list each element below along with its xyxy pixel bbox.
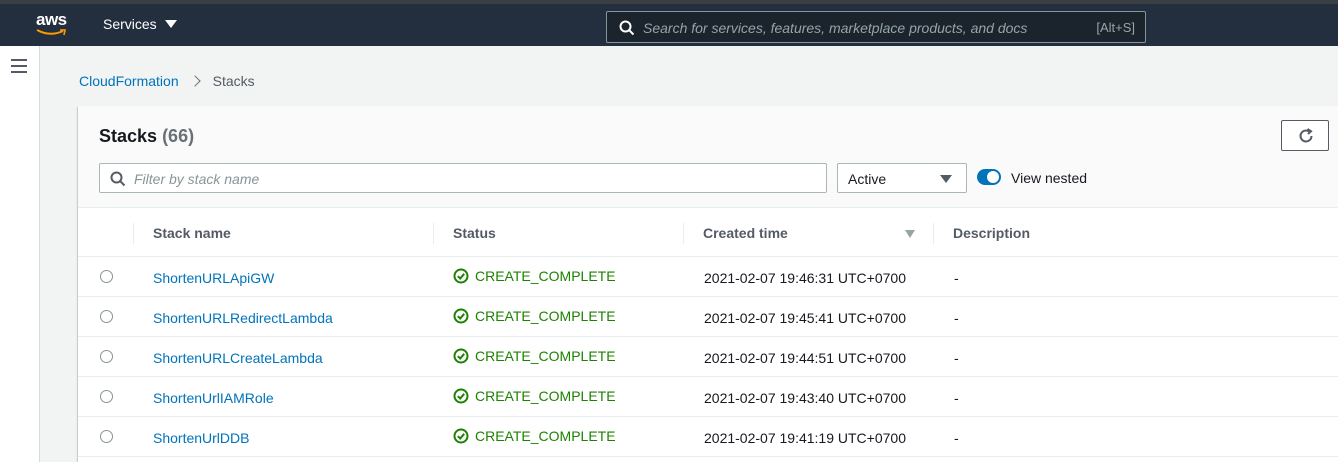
services-menu-button[interactable]: Services bbox=[103, 16, 177, 32]
stack-status-text: CREATE_COMPLETE bbox=[475, 308, 616, 324]
stack-name-link[interactable]: ShortenURLRedirectLambda bbox=[153, 310, 333, 326]
toggle-knob bbox=[987, 171, 999, 183]
success-check-icon bbox=[453, 388, 469, 404]
view-nested-label: View nested bbox=[1011, 170, 1088, 186]
stack-name-link[interactable]: ShortenUrlIAMRole bbox=[153, 390, 274, 406]
table-row: ShortenURLApiGW CREATE_COMPLETE 2021-02-… bbox=[78, 257, 1338, 297]
side-navigation-rail bbox=[0, 46, 40, 462]
stacks-panel-header: Stacks (66) Filter by stack name Active … bbox=[78, 106, 1338, 208]
stack-status: CREATE_COMPLETE bbox=[453, 308, 616, 324]
description: - bbox=[954, 350, 959, 366]
row-select-radio[interactable] bbox=[100, 350, 113, 363]
success-check-icon bbox=[453, 428, 469, 444]
description: - bbox=[954, 390, 959, 406]
table-row: ShortenURLCreateLambda CREATE_COMPLETE 2… bbox=[78, 337, 1338, 377]
table-header: Stack name Status Created time Descripti… bbox=[78, 209, 1338, 257]
description: - bbox=[954, 430, 959, 446]
status-filter-select[interactable]: Active bbox=[837, 163, 967, 193]
refresh-icon bbox=[1299, 128, 1313, 143]
breadcrumb: CloudFormation Stacks bbox=[79, 73, 255, 89]
stack-status: CREATE_COMPLETE bbox=[453, 348, 616, 364]
stack-status-text: CREATE_COMPLETE bbox=[475, 348, 616, 364]
search-icon bbox=[619, 20, 635, 36]
stack-name-link[interactable]: ShortenURLApiGW bbox=[153, 270, 274, 286]
search-shortcut-hint: [Alt+S] bbox=[1096, 20, 1135, 35]
success-check-icon bbox=[453, 308, 469, 324]
stacks-panel: Stacks (66) Filter by stack name Active … bbox=[78, 106, 1338, 462]
success-check-icon bbox=[453, 268, 469, 284]
column-header-created-time[interactable]: Created time bbox=[683, 209, 788, 257]
search-placeholder: Search for services, features, marketpla… bbox=[643, 20, 1028, 36]
stack-status: CREATE_COMPLETE bbox=[453, 268, 616, 284]
stack-status: CREATE_COMPLETE bbox=[453, 388, 616, 404]
table-row: ShortenUrlIAMRole CREATE_COMPLETE 2021-0… bbox=[78, 377, 1338, 417]
row-select-radio[interactable] bbox=[100, 310, 113, 323]
created-time: 2021-02-07 19:44:51 UTC+0700 bbox=[704, 350, 906, 366]
description: - bbox=[954, 310, 959, 326]
stack-status-text: CREATE_COMPLETE bbox=[475, 268, 616, 284]
aws-smile-icon bbox=[36, 29, 66, 36]
created-time: 2021-02-07 19:45:41 UTC+0700 bbox=[704, 310, 906, 326]
row-select-radio[interactable] bbox=[100, 270, 113, 283]
table-row: ShortenURLRedirectLambda CREATE_COMPLETE… bbox=[78, 297, 1338, 337]
row-select-radio[interactable] bbox=[100, 390, 113, 403]
aws-logo-text: aws bbox=[36, 10, 67, 29]
column-header-description[interactable]: Description bbox=[933, 209, 1030, 257]
aws-logo[interactable]: aws bbox=[34, 10, 74, 40]
sort-descending-icon[interactable] bbox=[905, 230, 915, 238]
created-time: 2021-02-07 19:46:31 UTC+0700 bbox=[704, 270, 906, 286]
refresh-button[interactable] bbox=[1281, 120, 1329, 151]
top-navigation-bar: aws Services Search for services, featur… bbox=[0, 0, 1338, 46]
stack-status-text: CREATE_COMPLETE bbox=[475, 428, 616, 444]
page-title: Stacks (66) bbox=[99, 126, 194, 147]
description: - bbox=[954, 270, 959, 286]
breadcrumb-cloudformation-link[interactable]: CloudFormation bbox=[79, 73, 179, 89]
created-time: 2021-02-07 19:41:19 UTC+0700 bbox=[704, 430, 906, 446]
panel-title-text: Stacks bbox=[99, 126, 158, 146]
stack-status: CREATE_COMPLETE bbox=[453, 428, 616, 444]
breadcrumb-current: Stacks bbox=[212, 73, 255, 89]
status-filter-value: Active bbox=[848, 171, 887, 187]
global-search-input[interactable]: Search for services, features, marketpla… bbox=[606, 11, 1146, 43]
stack-name-link[interactable]: ShortenUrlDDB bbox=[153, 430, 249, 446]
table-row: ShortenUrlDDB CREATE_COMPLETE 2021-02-07… bbox=[78, 417, 1338, 457]
created-time: 2021-02-07 19:43:40 UTC+0700 bbox=[704, 390, 906, 406]
services-label: Services bbox=[103, 16, 157, 32]
caret-down-icon bbox=[164, 20, 177, 28]
chevron-right-icon bbox=[188, 75, 201, 87]
caret-down-icon bbox=[940, 175, 952, 183]
column-header-stack-name[interactable]: Stack name bbox=[133, 209, 231, 257]
search-icon bbox=[110, 171, 126, 187]
row-select-radio[interactable] bbox=[100, 430, 113, 443]
stack-name-link[interactable]: ShortenURLCreateLambda bbox=[153, 350, 323, 366]
stack-status-text: CREATE_COMPLETE bbox=[475, 388, 616, 404]
stack-count: (66) bbox=[162, 126, 195, 146]
stack-name-filter-input[interactable]: Filter by stack name bbox=[99, 163, 827, 193]
column-header-status[interactable]: Status bbox=[433, 209, 496, 257]
view-nested-toggle[interactable] bbox=[977, 169, 1001, 185]
filter-placeholder: Filter by stack name bbox=[134, 171, 260, 187]
hamburger-menu-icon[interactable] bbox=[11, 59, 27, 73]
success-check-icon bbox=[453, 348, 469, 364]
